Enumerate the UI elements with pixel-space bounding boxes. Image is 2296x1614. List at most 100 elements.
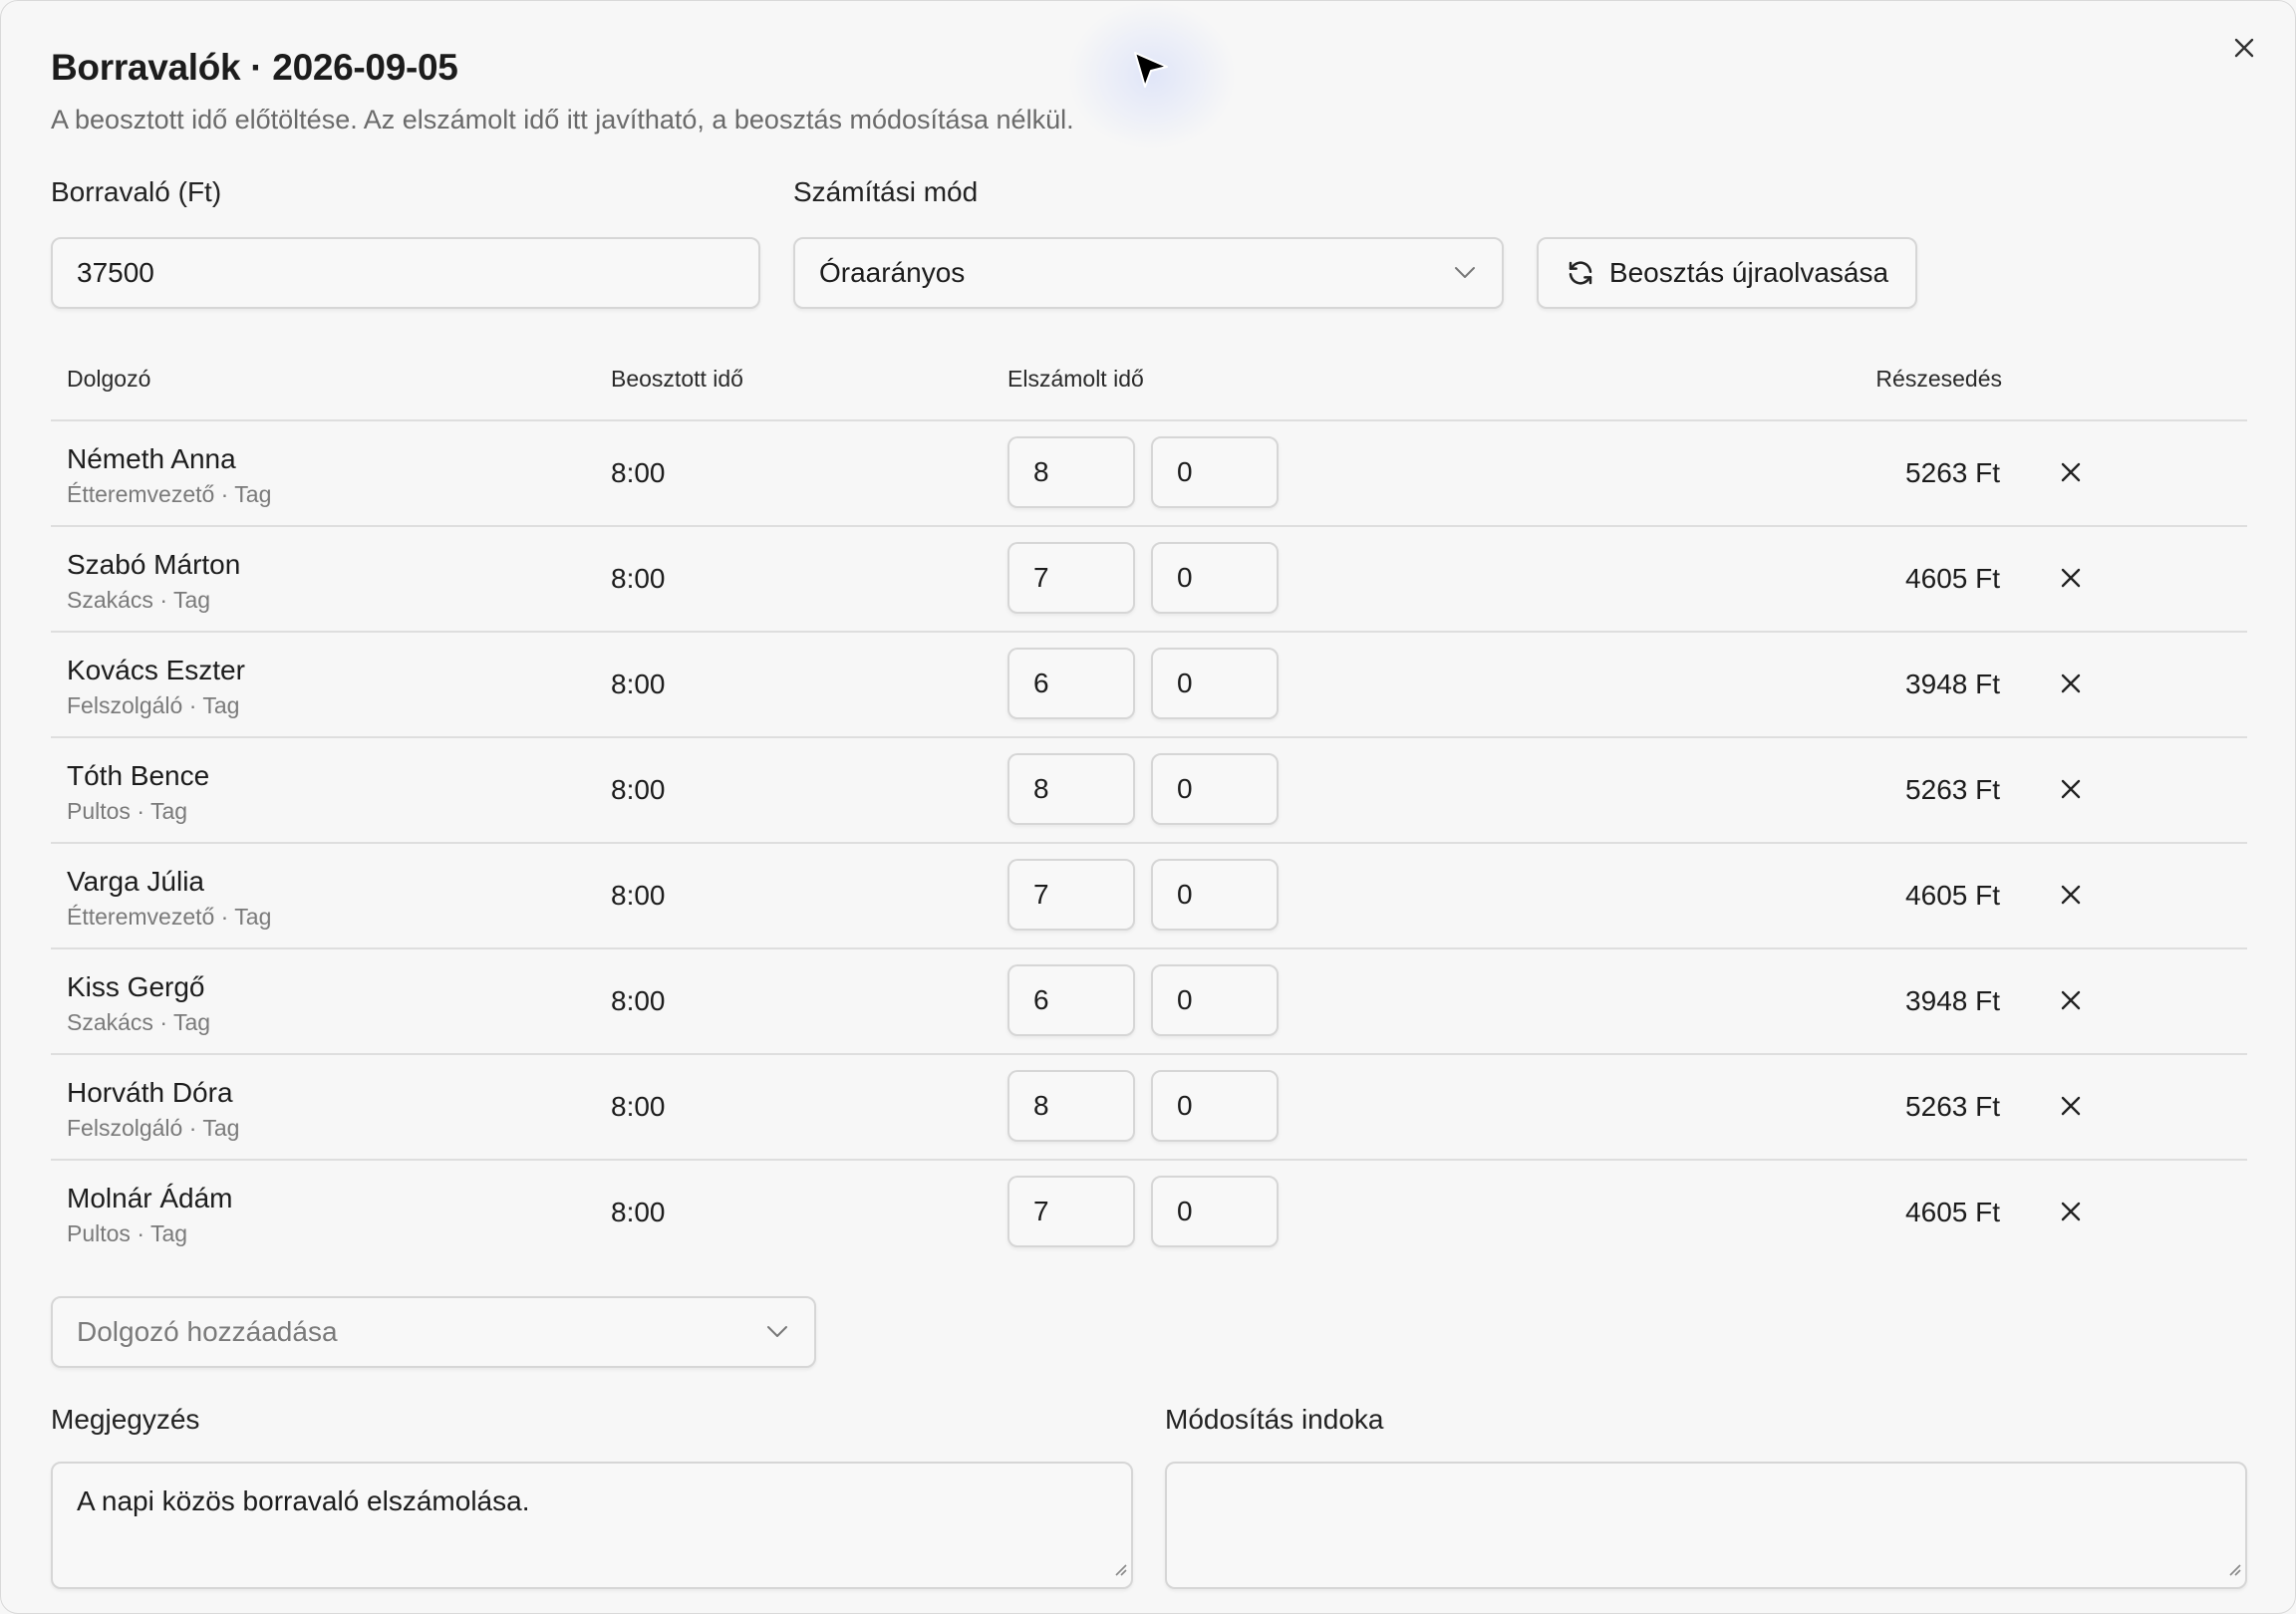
scheduled-time: 8:00: [611, 880, 666, 911]
share-amount: 5263 Ft: [1905, 1091, 2000, 1122]
close-icon: [2060, 884, 2082, 911]
close-icon: [2060, 672, 2082, 699]
scheduled-time: 8:00: [611, 563, 666, 594]
billed-hours-input[interactable]: 6: [1007, 648, 1135, 719]
tip-amount-label: Borravaló (Ft): [51, 176, 222, 207]
col-header-share: Részesedés: [1875, 366, 2002, 392]
add-employee-select[interactable]: Dolgozó hozzáadása: [51, 1296, 816, 1368]
chevron-down-icon: [1454, 266, 1476, 280]
employee-role: Szakács · Tag: [67, 1009, 211, 1035]
share-amount: 5263 Ft: [1905, 774, 2000, 805]
dialog-subtitle: A beosztott idő előtöltése. Az elszámolt…: [51, 105, 1074, 134]
billed-hours-input[interactable]: 8: [1007, 1070, 1135, 1142]
resize-handle-icon[interactable]: [1111, 1551, 1127, 1583]
billed-minutes-input[interactable]: 0: [1151, 859, 1279, 931]
employee-name: Tóth Bence: [67, 760, 210, 791]
employee-role: Étteremvezető · Tag: [67, 904, 272, 930]
billed-hours-input[interactable]: 7: [1007, 1176, 1135, 1247]
share-amount: 3948 Ft: [1905, 985, 2000, 1016]
calc-method-select[interactable]: Óraarányos: [793, 237, 1504, 309]
billed-hours-input[interactable]: 7: [1007, 859, 1135, 931]
billed-hours-input[interactable]: 8: [1007, 753, 1135, 825]
remove-row-button[interactable]: [2056, 1199, 2086, 1228]
remove-row-button[interactable]: [2056, 987, 2086, 1017]
note-label: Megjegyzés: [51, 1404, 200, 1435]
billed-minutes-input[interactable]: 0: [1151, 753, 1279, 825]
table-row: Tóth Bence Pultos · Tag 8:00 8 0 5263 Ft: [51, 738, 2247, 844]
remove-row-button[interactable]: [2056, 776, 2086, 806]
scheduled-time: 8:00: [611, 457, 666, 488]
resize-handle-icon[interactable]: [2225, 1551, 2241, 1583]
add-employee-placeholder: Dolgozó hozzáadása: [77, 1316, 338, 1347]
share-amount: 4605 Ft: [1905, 1197, 2000, 1227]
employee-name: Kiss Gergő: [67, 971, 205, 1002]
billed-minutes-input[interactable]: 0: [1151, 1070, 1279, 1142]
scheduled-time: 8:00: [611, 774, 666, 805]
employee-role: Pultos · Tag: [67, 1220, 188, 1246]
mouse-cursor-icon: [1133, 51, 1169, 96]
billed-hours-input[interactable]: 7: [1007, 542, 1135, 614]
billed-minutes-input[interactable]: 0: [1151, 542, 1279, 614]
tips-dialog: Borravalók · 2026-09-05 A beosztott idő …: [0, 0, 2296, 1614]
close-icon: [2060, 778, 2082, 805]
calc-method-label: Számítási mód: [793, 176, 979, 207]
employee-role: Szakács · Tag: [67, 587, 211, 613]
billed-minutes-input[interactable]: 0: [1151, 964, 1279, 1036]
table-row: Horváth Dóra Felszolgáló · Tag 8:00 8 0 5263 …: [51, 1055, 2247, 1161]
reason-label: Módosítás indoka: [1165, 1404, 1384, 1435]
scheduled-time: 8:00: [611, 1197, 666, 1227]
table-row: Kiss Gergő Szakács · Tag 8:00 6 0 3948 Ft: [51, 949, 2247, 1055]
calc-method-value: Óraarányos: [819, 257, 966, 288]
close-button[interactable]: [2229, 35, 2259, 65]
remove-row-button[interactable]: [2056, 1093, 2086, 1123]
table-row: Molnár Ádám Pultos · Tag 8:00 7 0 4605 Ft: [51, 1161, 2247, 1266]
scheduled-time: 8:00: [611, 669, 666, 699]
close-icon: [2060, 461, 2082, 488]
share-amount: 5263 Ft: [1905, 457, 2000, 488]
reload-schedule-button[interactable]: Beosztás újraolvasása: [1537, 237, 1917, 309]
remove-row-button[interactable]: [2056, 671, 2086, 700]
billed-minutes-input[interactable]: 0: [1151, 436, 1279, 508]
close-icon: [2060, 1095, 2082, 1122]
scheduled-time: 8:00: [611, 1091, 666, 1122]
remove-row-button[interactable]: [2056, 565, 2086, 595]
employee-name: Németh Anna: [67, 443, 236, 474]
close-icon: [2060, 1201, 2082, 1227]
table-row: Kovács Eszter Felszolgáló · Tag 8:00 6 0 3948…: [51, 633, 2247, 738]
col-header-billed: Elszámolt idő: [1007, 366, 1144, 392]
billed-minutes-input[interactable]: 0: [1151, 1176, 1279, 1247]
reload-schedule-label: Beosztás újraolvasása: [1608, 257, 1889, 288]
col-header-employee: Dolgozó: [67, 366, 151, 392]
employee-role: Pultos · Tag: [67, 798, 188, 824]
note-textarea[interactable]: A napi közös borravaló elszámolása.: [51, 1462, 1133, 1589]
employee-name: Kovács Eszter: [67, 655, 245, 685]
share-amount: 4605 Ft: [1905, 880, 2000, 911]
billed-minutes-input[interactable]: 0: [1151, 648, 1279, 719]
note-value: A napi közös borravaló elszámolása.: [77, 1485, 530, 1516]
billed-hours-input[interactable]: 6: [1007, 964, 1135, 1036]
close-icon: [2060, 989, 2082, 1016]
refresh-icon: [1566, 258, 1595, 288]
remove-row-button[interactable]: [2056, 882, 2086, 912]
employee-role: Felszolgáló · Tag: [67, 692, 240, 718]
share-amount: 4605 Ft: [1905, 563, 2000, 594]
employee-name: Varga Júlia: [67, 866, 205, 897]
close-icon: [2232, 36, 2256, 65]
table-row: Varga Júlia Étteremvezető · Tag 8:00 7 0 4605…: [51, 844, 2247, 949]
tip-amount-field[interactable]: 37500: [51, 237, 760, 309]
employee-name: Horváth Dóra: [67, 1077, 233, 1108]
chevron-down-icon: [766, 1325, 788, 1339]
reason-textarea[interactable]: [1165, 1462, 2247, 1589]
billed-hours-input[interactable]: 8: [1007, 436, 1135, 508]
col-header-scheduled: Beosztott idő: [611, 366, 743, 392]
table-row: Németh Anna Étteremvezető · Tag 8:00 8 0 5263…: [51, 421, 2247, 527]
table-row: Szabó Márton Szakács · Tag 8:00 7 0 4605 Ft: [51, 527, 2247, 633]
employee-role: Étteremvezető · Tag: [67, 481, 272, 507]
close-icon: [2060, 567, 2082, 594]
employee-name: Molnár Ádám: [67, 1183, 233, 1213]
employee-name: Szabó Márton: [67, 549, 241, 580]
scheduled-time: 8:00: [611, 985, 666, 1016]
dialog-title: Borravalók · 2026-09-05: [51, 47, 458, 88]
employee-role: Felszolgáló · Tag: [67, 1115, 240, 1141]
remove-row-button[interactable]: [2056, 459, 2086, 489]
